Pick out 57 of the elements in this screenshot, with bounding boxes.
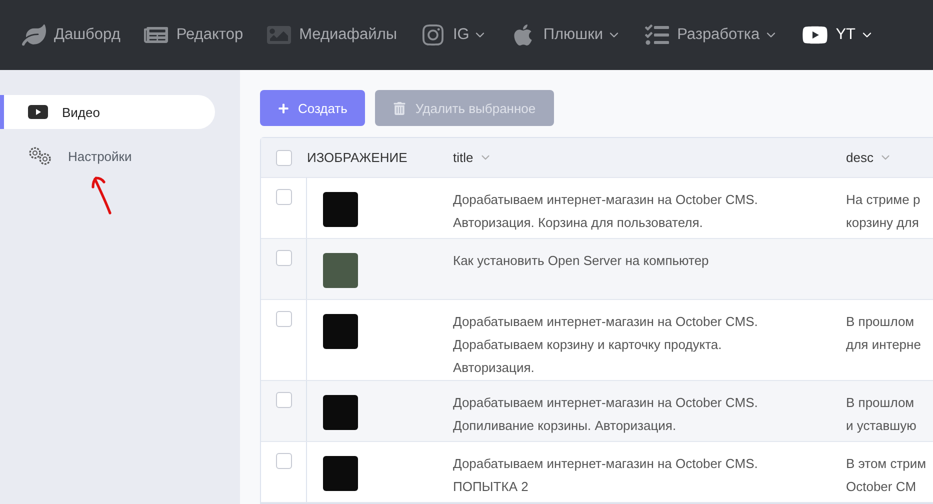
thumbnail-placeholder bbox=[323, 395, 358, 430]
table-cell-text: October CM bbox=[846, 478, 918, 496]
table-cell-text: ПОПЫТКА 2 bbox=[453, 478, 530, 496]
gears-icon bbox=[28, 146, 54, 166]
column-header: ИЗОБРАЖЕНИЕ bbox=[307, 150, 408, 165]
checkbox[interactable] bbox=[276, 150, 292, 166]
table-cell-text: В прошлом bbox=[846, 313, 916, 331]
nav-item[interactable]: YT bbox=[802, 22, 874, 48]
table-cell-text: Дорабатываем интернет-магазин на October CMS. bbox=[453, 313, 759, 331]
checkbox[interactable] bbox=[276, 189, 292, 205]
nav-label: Медиафайлы bbox=[299, 26, 397, 44]
nav-label: IG bbox=[453, 26, 470, 44]
table-cell-text: Дорабатываем интернет-магазин на October CMS. bbox=[453, 455, 759, 473]
sidebar-item[interactable]: Настройки bbox=[0, 139, 215, 173]
table-cell-text: На стриме р bbox=[846, 191, 922, 209]
column-header[interactable]: desc bbox=[846, 150, 892, 165]
column-header[interactable]: title bbox=[453, 150, 492, 165]
table-cell-text: Авторизация. Корзина для пользователя. bbox=[453, 214, 704, 232]
nav-item[interactable]: Медиафайлы bbox=[267, 23, 397, 47]
nav-item[interactable]: Редактор bbox=[144, 23, 244, 47]
checkbox[interactable] bbox=[276, 453, 292, 469]
thumbnail-placeholder bbox=[323, 456, 358, 491]
nav-label: Плюшки bbox=[543, 26, 604, 44]
nav-item[interactable]: Плюшки bbox=[511, 23, 622, 47]
create-button[interactable]: Создать bbox=[260, 90, 366, 126]
photo-placeholder bbox=[323, 253, 358, 288]
checkbox[interactable] bbox=[276, 250, 292, 266]
leaf-icon bbox=[22, 23, 46, 47]
plus-icon bbox=[278, 102, 289, 114]
table-cell-text: для интерне bbox=[846, 336, 922, 354]
table-cell-text: Дорабатываем корзину и карточку продукта. bbox=[453, 336, 723, 354]
image-icon bbox=[267, 23, 292, 47]
nav-label: Разработка bbox=[677, 26, 760, 44]
table-cell-text: Дорабатываем интернет-магазин на October CMS. bbox=[453, 191, 759, 209]
checkbox[interactable] bbox=[276, 392, 292, 408]
table-cell-text: В прошлом bbox=[846, 394, 916, 412]
table-cell-text: В этом стрим bbox=[846, 455, 928, 473]
table-cell-text: Как установить Open Server на компьютер bbox=[453, 252, 710, 270]
table-cell-text: Дорабатываем интернет-магазин на October CMS. bbox=[453, 394, 759, 412]
table-cell-text: и уставшую bbox=[846, 417, 918, 435]
sidebar-item[interactable]: Видео bbox=[0, 95, 215, 129]
nav-label: Редактор bbox=[176, 26, 244, 44]
thumbnail-placeholder bbox=[323, 192, 358, 227]
nav-label: Дашборд bbox=[54, 26, 120, 44]
camera-icon bbox=[421, 23, 445, 47]
table-cell-text: корзину для bbox=[846, 214, 920, 232]
nav-item[interactable]: Разработка bbox=[645, 23, 778, 47]
checklist-icon bbox=[645, 23, 670, 47]
nav-item[interactable]: IG bbox=[421, 23, 488, 47]
checkbox[interactable] bbox=[276, 311, 292, 327]
nav-label: YT bbox=[836, 26, 856, 44]
table-cell-text: Допиливание корзины. Авторизация. bbox=[453, 417, 678, 435]
nav-item[interactable]: Дашборд bbox=[22, 23, 120, 47]
play-icon bbox=[28, 105, 48, 119]
trash-icon bbox=[393, 102, 406, 114]
table-cell-text: Авторизация. bbox=[453, 359, 536, 377]
thumbnail-placeholder bbox=[323, 314, 358, 349]
